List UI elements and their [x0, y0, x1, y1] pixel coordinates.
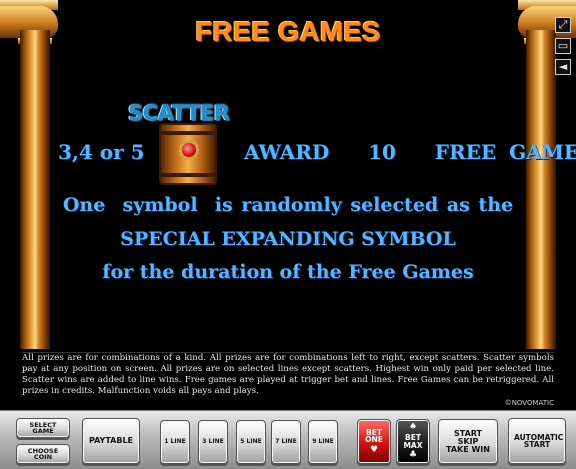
bet-one-label: BET ONE: [365, 427, 383, 444]
heart-icon: ♥: [369, 444, 379, 455]
game-screen: FREE GAMES ⤢ ▭ ◄ SCATTER 3,4 or 5 AWARD …: [0, 0, 576, 349]
line-1-label: 1 LINE: [164, 438, 186, 445]
left-column: [0, 0, 58, 349]
line-9-button[interactable]: 9 LINE: [308, 420, 338, 464]
line-9-label: 9 LINE: [312, 438, 334, 445]
choose-coin-button[interactable]: CHOOSE COIN: [16, 444, 70, 464]
copyright-text: ©NOVOMATIC: [504, 399, 554, 407]
line-7-label: 7 LINE: [275, 438, 297, 445]
fullscreen-icon[interactable]: ⤢: [555, 17, 571, 33]
line-3-label: 3 LINE: [202, 438, 224, 445]
line-5-label: 5 LINE: [240, 438, 262, 445]
sound-icon[interactable]: ◄: [555, 59, 571, 75]
automatic-start-button[interactable]: AUTOMATIC START: [508, 418, 566, 464]
bet-max-label: BET MAX: [403, 433, 423, 450]
bet-one-button[interactable]: BET ONE ♥: [357, 419, 391, 464]
bet-max-button[interactable]: ♠ BET MAX ♣: [396, 419, 430, 464]
paytable-button[interactable]: PAYTABLE: [82, 418, 140, 464]
spade-icon: ♠: [408, 422, 418, 432]
line-3-button[interactable]: 3 LINE: [198, 420, 228, 464]
choose-coin-label: CHOOSE COIN: [27, 446, 59, 461]
line-7-button[interactable]: 7 LINE: [271, 420, 301, 464]
award-text: AWARD 10 FREE GAMES: [244, 140, 576, 164]
start-label: START SKIP TAKE WIN: [446, 428, 490, 454]
start-button[interactable]: START SKIP TAKE WIN: [438, 419, 498, 464]
scatter-count-text: 3,4 or 5: [58, 140, 145, 164]
scatter-book-icon: [159, 123, 217, 185]
window-icon[interactable]: ▭: [555, 38, 571, 54]
select-game-label: SELECT GAME: [29, 420, 57, 435]
description-line: SPECIAL EXPANDING SYMBOL: [120, 228, 456, 250]
description-line: for the duration of the Free Games: [102, 261, 474, 283]
club-icon: ♣: [408, 450, 418, 460]
scatter-label: SCATTER: [128, 101, 230, 125]
automatic-start-label: AUTOMATIC START: [514, 432, 564, 449]
paytable-label: PAYTABLE: [88, 436, 134, 445]
free-games-title: FREE GAMES: [195, 16, 381, 47]
disclaimer-text: All prizes are for combinations of a kin…: [22, 352, 554, 409]
select-game-button[interactable]: SELECT GAME: [16, 418, 70, 438]
description-line: One symbol is randomly selected as the: [62, 194, 514, 216]
line-5-button[interactable]: 5 LINE: [236, 420, 266, 464]
line-1-button[interactable]: 1 LINE: [160, 420, 190, 464]
